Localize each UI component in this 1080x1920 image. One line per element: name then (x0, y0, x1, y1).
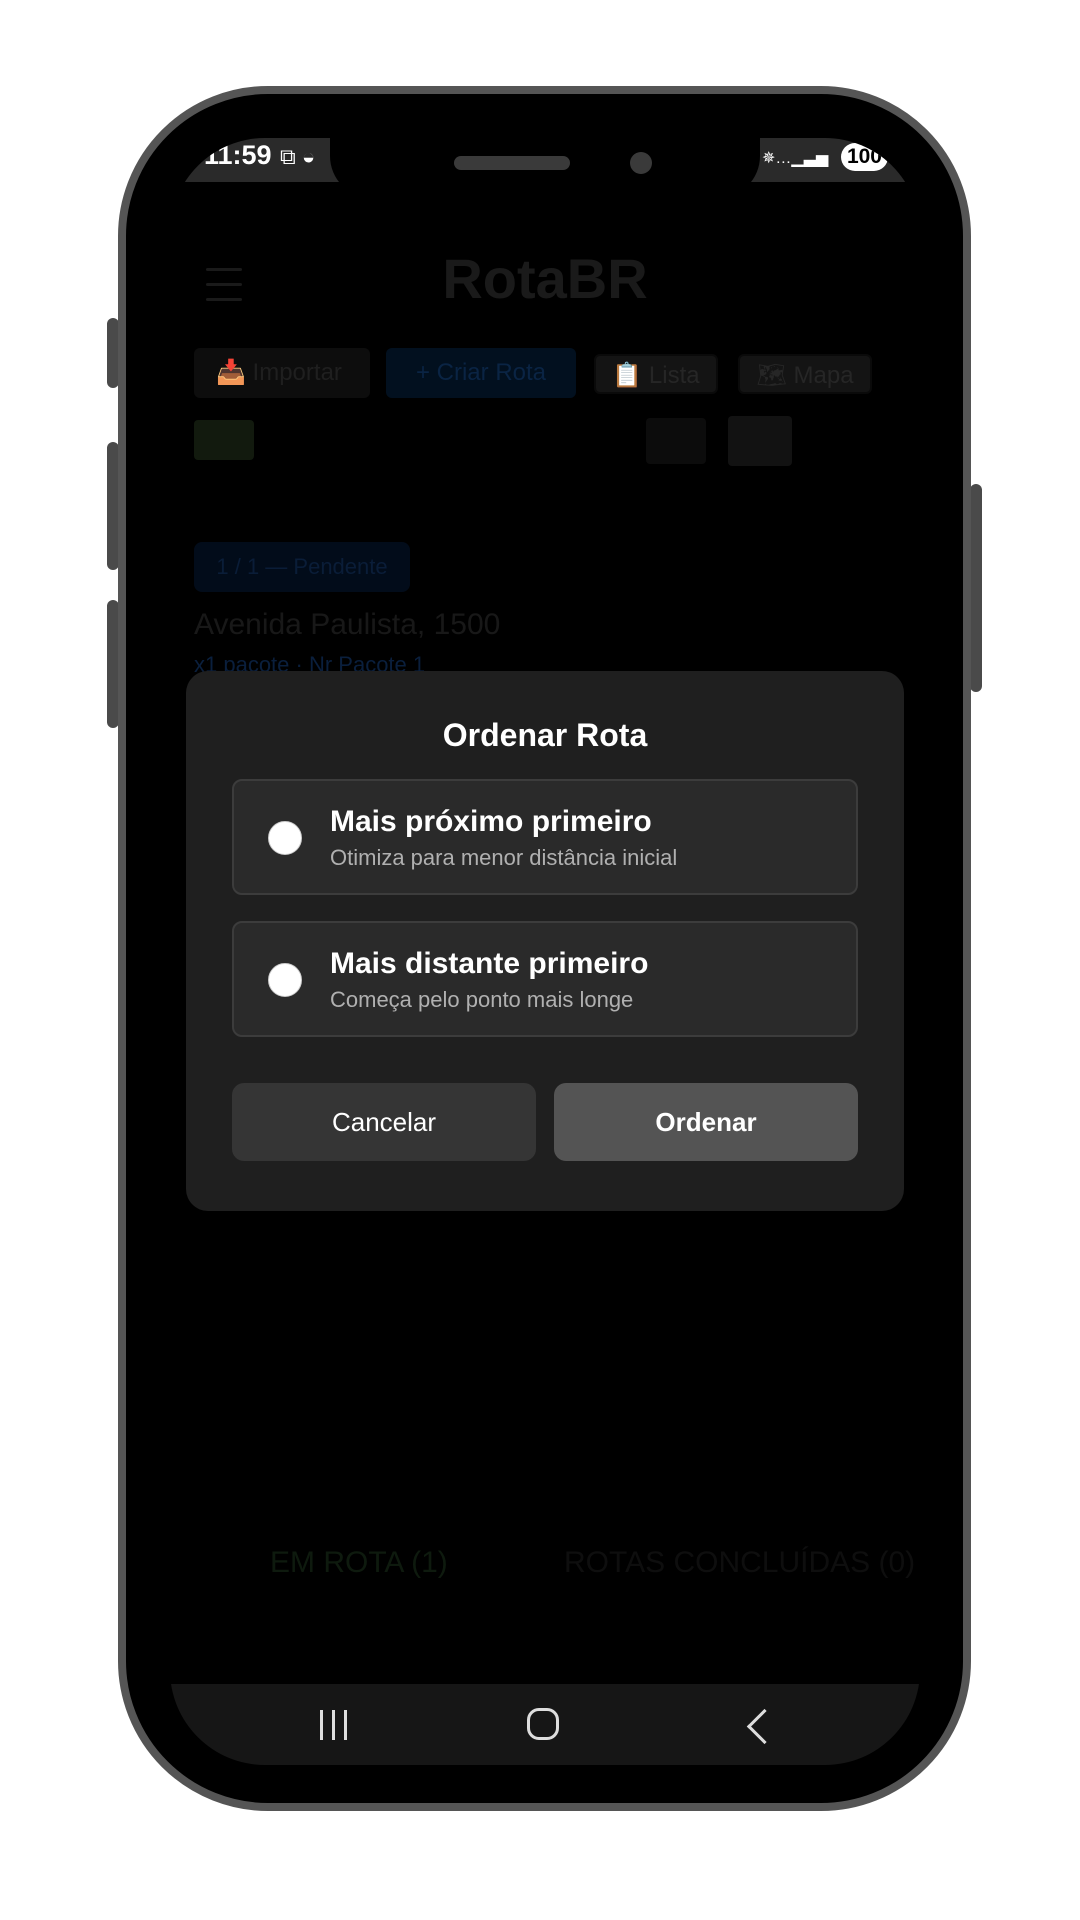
app-title: RotaBR (442, 247, 648, 310)
camera-notch (330, 138, 760, 198)
signal-icon: ✵…▁▃▅ (762, 150, 829, 167)
sort-button[interactable]: Ordenar (554, 1083, 858, 1161)
option-title: Mais próximo primeiro (330, 805, 652, 838)
speaker-grille (454, 156, 570, 170)
phone-power-button (970, 484, 982, 692)
radio-nearest-first[interactable] (268, 821, 302, 855)
option-nearest-first[interactable]: Mais próximo primeiro Otimiza para menor… (232, 779, 858, 895)
battery-badge: 100 (840, 143, 888, 171)
radio-farthest-first[interactable] (268, 963, 302, 997)
option-subtitle: Otimiza para menor distância inicial (330, 845, 678, 870)
phone-screen: 11:59 ⧉ ◒ ✵…▁▃▅ 100 RotaBR 📥 Importar + … (170, 138, 920, 1765)
list-view-button[interactable]: 📋 Lista (594, 354, 718, 394)
status-left-icons: ⧉ ◒ (280, 144, 316, 169)
sort-route-dialog: Ordenar Rota Mais próximo primeiro Otimi… (186, 671, 904, 1211)
option-title: Mais distante primeiro (330, 947, 649, 980)
status-time: 11:59 (204, 140, 272, 170)
map-view-button[interactable]: 🗺 Mapa (738, 354, 872, 394)
option-subtitle: Começa pelo ponto mais longe (330, 987, 634, 1012)
option-farthest-first[interactable]: Mais distante primeiro Começa pelo ponto… (232, 921, 858, 1037)
create-route-button[interactable]: + Criar Rota (386, 348, 576, 398)
import-button[interactable]: 📥 Importar (194, 348, 370, 398)
trash-icon[interactable] (728, 416, 792, 466)
home-icon[interactable] (527, 1708, 559, 1740)
stop-address: Avenida Paulista, 1500 (194, 608, 501, 641)
optimize-icon[interactable] (646, 418, 706, 464)
dialog-title: Ordenar Rota (442, 717, 648, 753)
tab-in-route[interactable]: EM ROTA (1) (270, 1546, 448, 1580)
shuffle-icon[interactable] (194, 420, 254, 460)
front-camera (630, 152, 652, 174)
back-icon[interactable] (746, 1708, 783, 1745)
system-nav-bar (170, 1684, 920, 1765)
tab-completed-routes[interactable]: ROTAS CONCLUÍDAS (0) (564, 1546, 915, 1580)
cancel-button[interactable]: Cancelar (232, 1083, 536, 1161)
recents-icon[interactable] (318, 1710, 350, 1740)
stop-status-badge: 1 / 1 — Pendente (194, 542, 410, 592)
